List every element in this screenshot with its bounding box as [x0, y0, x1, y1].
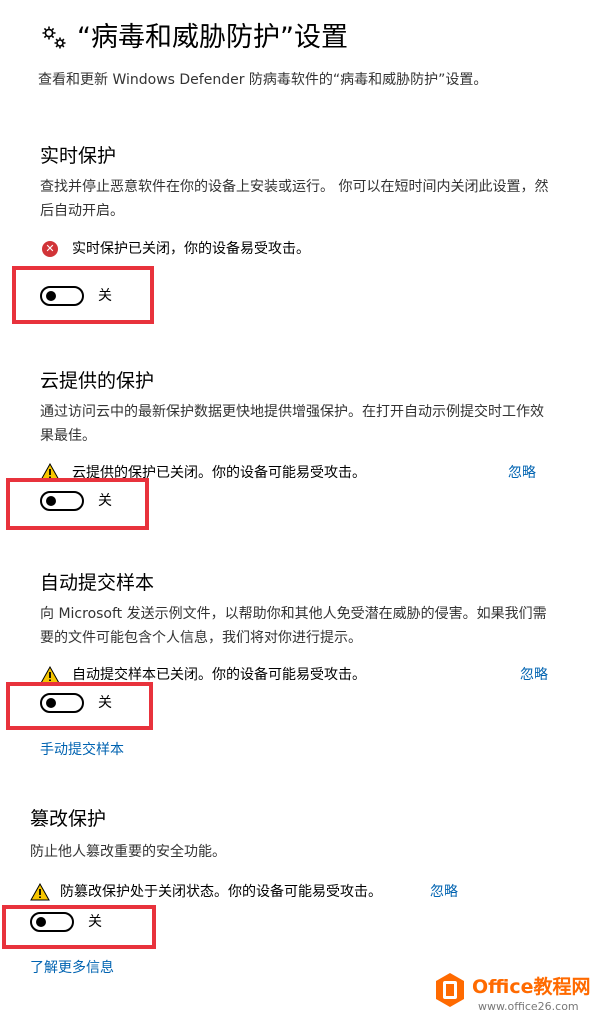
- realtime-protection-toggle-label: 关: [98, 288, 112, 304]
- watermark-title: Office教程网: [472, 976, 591, 998]
- tamper-protection-ignore-link[interactable]: 忽略: [430, 881, 458, 903]
- gear-icon: [38, 24, 72, 52]
- office-logo-icon: [434, 972, 466, 1008]
- highlight-box: [2, 905, 156, 949]
- sample-submission-toggle-label: 关: [98, 695, 112, 711]
- warning-icon: [30, 882, 50, 905]
- error-icon: ✕: [42, 241, 58, 257]
- watermark-url: www.office26.com: [478, 1000, 579, 1013]
- manual-submit-link[interactable]: 手动提交样本: [40, 739, 124, 761]
- sample-submission-description: 向 Microsoft 发送示例文件，以帮助你和其他人免受潜在威胁的侵害。如果我…: [40, 606, 547, 646]
- cloud-protection-title: 云提供的保护: [40, 370, 155, 392]
- tamper-protection-title: 篡改保护: [30, 808, 107, 830]
- realtime-protection-toggle[interactable]: [40, 286, 84, 306]
- realtime-protection-description: 查找并停止恶意软件在你的设备上安装或运行。 你可以在短时间内关闭此设置，然后自动…: [40, 179, 549, 219]
- realtime-protection-status: 实时保护已关闭，你的设备易受攻击。: [72, 241, 310, 257]
- sample-submission-ignore-link[interactable]: 忽略: [520, 664, 548, 686]
- page-title: “病毒和威胁防护”设置: [77, 22, 348, 53]
- cloud-protection-ignore-link[interactable]: 忽略: [508, 462, 536, 484]
- tamper-protection-toggle-label: 关: [88, 914, 102, 930]
- cloud-protection-toggle-label: 关: [98, 493, 112, 509]
- realtime-protection-title: 实时保护: [40, 145, 117, 167]
- tamper-protection-description: 防止他人篡改重要的安全功能。: [30, 844, 226, 860]
- sample-submission-toggle[interactable]: [40, 693, 84, 713]
- sample-submission-title: 自动提交样本: [40, 572, 155, 594]
- tamper-protection-status: 防篡改保护处于关闭状态。你的设备可能易受攻击。: [60, 884, 382, 900]
- cloud-protection-toggle[interactable]: [40, 491, 84, 511]
- tamper-protection-toggle[interactable]: [30, 912, 74, 932]
- cloud-protection-description: 通过访问云中的最新保护数据更快地提供增强保护。在打开自动示例提交时工作效果最佳。: [40, 404, 544, 444]
- learn-more-link[interactable]: 了解更多信息: [30, 957, 114, 979]
- page-description: 查看和更新 Windows Defender 防病毒软件的“病毒和威胁防护”设置…: [38, 72, 488, 88]
